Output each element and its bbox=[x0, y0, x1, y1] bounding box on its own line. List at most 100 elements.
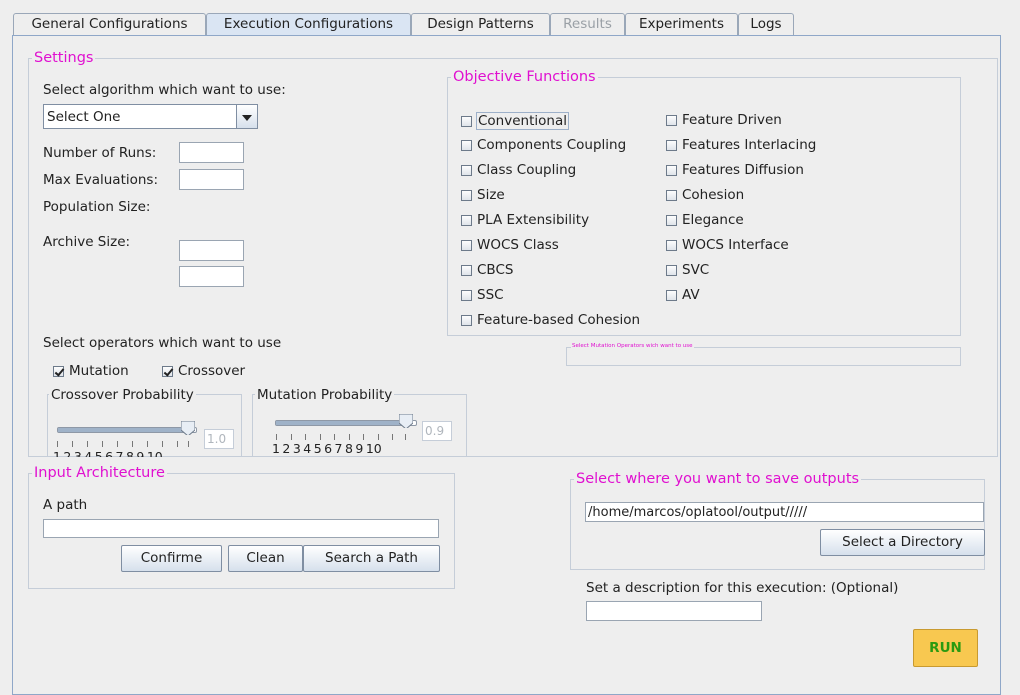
checkbox-icon bbox=[666, 114, 677, 126]
objective-label: Cohesion bbox=[682, 187, 745, 203]
input-architecture-title: Input Architecture bbox=[32, 465, 167, 481]
runs-label: Number of Runs: bbox=[43, 145, 157, 161]
objective-checkbox-pla-extensibility[interactable]: PLA Extensibility bbox=[461, 212, 589, 228]
checkbox-icon bbox=[666, 164, 677, 176]
confirme-button[interactable]: Confirme bbox=[121, 545, 222, 572]
objective-label: CBCS bbox=[477, 262, 514, 278]
objective-functions-title: Objective Functions bbox=[451, 69, 598, 85]
output-path-input[interactable]: /home/marcos/oplatool/output///// bbox=[585, 502, 984, 522]
checkbox-icon bbox=[666, 189, 677, 201]
mutation-slider-fill bbox=[276, 421, 406, 425]
description-input[interactable] bbox=[586, 601, 762, 621]
runs-input[interactable] bbox=[179, 142, 244, 163]
checkbox-icon bbox=[666, 239, 677, 251]
checkbox-icon bbox=[461, 164, 472, 176]
mutation-label: Mutation bbox=[69, 363, 129, 379]
checkbox-icon bbox=[461, 189, 472, 201]
clean-button[interactable]: Clean bbox=[228, 545, 303, 572]
mutation-operators-group bbox=[566, 347, 961, 366]
objective-label: WOCS Class bbox=[477, 237, 559, 253]
checkbox-icon bbox=[461, 115, 472, 127]
checkbox-icon bbox=[461, 314, 472, 326]
archive-size-label: Archive Size: bbox=[43, 234, 131, 250]
objective-checkbox-svc[interactable]: SVC bbox=[666, 262, 709, 278]
select-directory-button[interactable]: Select a Directory bbox=[820, 529, 985, 556]
objective-checkbox-conventional[interactable]: Conventional bbox=[461, 112, 569, 130]
objective-checkbox-components-coupling[interactable]: Components Coupling bbox=[461, 137, 626, 153]
objective-checkbox-cbcs[interactable]: CBCS bbox=[461, 262, 513, 278]
objective-label: Components Coupling bbox=[477, 137, 627, 153]
mutation-tick-marks bbox=[276, 434, 416, 440]
crossover-label: Crossover bbox=[178, 363, 246, 379]
checkbox-icon bbox=[666, 264, 677, 276]
crossover-probability-title: Crossover Probability bbox=[49, 387, 196, 403]
objective-checkbox-feature-based-cohesion[interactable]: Feature-based Cohesion bbox=[461, 312, 640, 328]
objective-checkbox-elegance[interactable]: Elegance bbox=[666, 212, 744, 228]
objective-checkbox-feature-driven[interactable]: Feature Driven bbox=[666, 112, 782, 128]
objective-label: Elegance bbox=[682, 212, 744, 228]
objective-label: SSC bbox=[477, 287, 504, 303]
objective-checkbox-av[interactable]: AV bbox=[666, 287, 700, 303]
checkbox-icon bbox=[666, 289, 677, 301]
population-size-input[interactable] bbox=[179, 240, 244, 261]
tab-logs[interactable]: Logs bbox=[738, 13, 794, 35]
checkbox-checked-icon bbox=[53, 365, 64, 377]
tab-design-patterns[interactable]: Design Patterns bbox=[411, 13, 550, 35]
objective-checkbox-cohesion[interactable]: Cohesion bbox=[666, 187, 744, 203]
population-size-label: Population Size: bbox=[43, 199, 151, 215]
operators-label: Select operators which want to use bbox=[43, 335, 282, 351]
checkbox-icon bbox=[461, 139, 472, 151]
crossover-value-field: 1.0 bbox=[204, 429, 234, 449]
algorithm-select[interactable]: Select One bbox=[43, 104, 258, 129]
crossover-slider-fill bbox=[58, 428, 188, 432]
objective-label: Size bbox=[477, 187, 505, 203]
objective-checkbox-wocs-interface[interactable]: WOCS Interface bbox=[666, 237, 789, 253]
tab-general-configurations[interactable]: General Configurations bbox=[13, 13, 206, 35]
tab-experiments[interactable]: Experiments bbox=[625, 13, 738, 35]
chevron-down-icon[interactable] bbox=[236, 105, 257, 128]
tab-results: Results bbox=[550, 13, 625, 35]
objective-label: Features Diffusion bbox=[682, 162, 804, 178]
search-path-button[interactable]: Search a Path bbox=[303, 545, 440, 572]
algorithm-label: Select algorithm which want to use: bbox=[43, 82, 286, 98]
checkbox-icon bbox=[461, 264, 472, 276]
objective-label: SVC bbox=[682, 262, 710, 278]
run-button[interactable]: RUN bbox=[913, 629, 978, 667]
architecture-path-input[interactable] bbox=[43, 519, 439, 538]
objective-label: Feature-based Cohesion bbox=[477, 312, 641, 328]
mutation-tick-labels: 1 2 3 4 5 6 7 8 9 10 bbox=[272, 441, 382, 456]
checkbox-icon bbox=[461, 239, 472, 251]
objective-checkbox-size[interactable]: Size bbox=[461, 187, 505, 203]
objective-checkbox-features-diffusion[interactable]: Features Diffusion bbox=[666, 162, 804, 178]
objective-label: PLA Extensibility bbox=[477, 212, 590, 228]
checkbox-icon bbox=[461, 214, 472, 226]
max-evaluations-label: Max Evaluations: bbox=[43, 172, 159, 188]
objective-checkbox-class-coupling[interactable]: Class Coupling bbox=[461, 162, 576, 178]
settings-title: Settings bbox=[32, 50, 96, 66]
max-evaluations-input[interactable] bbox=[179, 169, 244, 190]
objective-label: WOCS Interface bbox=[682, 237, 789, 253]
objective-checkbox-wocs-class[interactable]: WOCS Class bbox=[461, 237, 559, 253]
objective-checkbox-features-interlacing[interactable]: Features Interlacing bbox=[666, 137, 816, 153]
tab-execution-configurations[interactable]: Execution Configurations bbox=[206, 13, 411, 35]
output-title: Select where you want to save outputs bbox=[574, 471, 862, 487]
mutation-checkbox[interactable]: Mutation bbox=[53, 363, 129, 379]
checkbox-checked-icon bbox=[162, 365, 173, 377]
objective-label: Feature Driven bbox=[682, 112, 782, 128]
mutation-probability-title: Mutation Probability bbox=[255, 387, 395, 403]
objective-checkbox-ssc[interactable]: SSC bbox=[461, 287, 504, 303]
objective-label: AV bbox=[682, 287, 700, 303]
objective-label: Class Coupling bbox=[477, 162, 577, 178]
crossover-slider-thumb[interactable] bbox=[181, 421, 195, 435]
objective-label: Features Interlacing bbox=[682, 137, 817, 153]
crossover-checkbox[interactable]: Crossover bbox=[162, 363, 245, 379]
archive-size-input[interactable] bbox=[179, 266, 244, 287]
mutation-operators-title: Select Mutation Operators wich want to u… bbox=[571, 343, 694, 349]
checkbox-icon bbox=[666, 139, 677, 151]
objective-label: Conventional bbox=[476, 112, 569, 130]
crossover-tick-marks bbox=[57, 441, 197, 447]
description-label: Set a description for this execution: (O… bbox=[586, 580, 899, 596]
algorithm-select-value: Select One bbox=[47, 109, 121, 125]
checkbox-icon bbox=[461, 289, 472, 301]
mutation-slider-thumb[interactable] bbox=[399, 414, 413, 428]
